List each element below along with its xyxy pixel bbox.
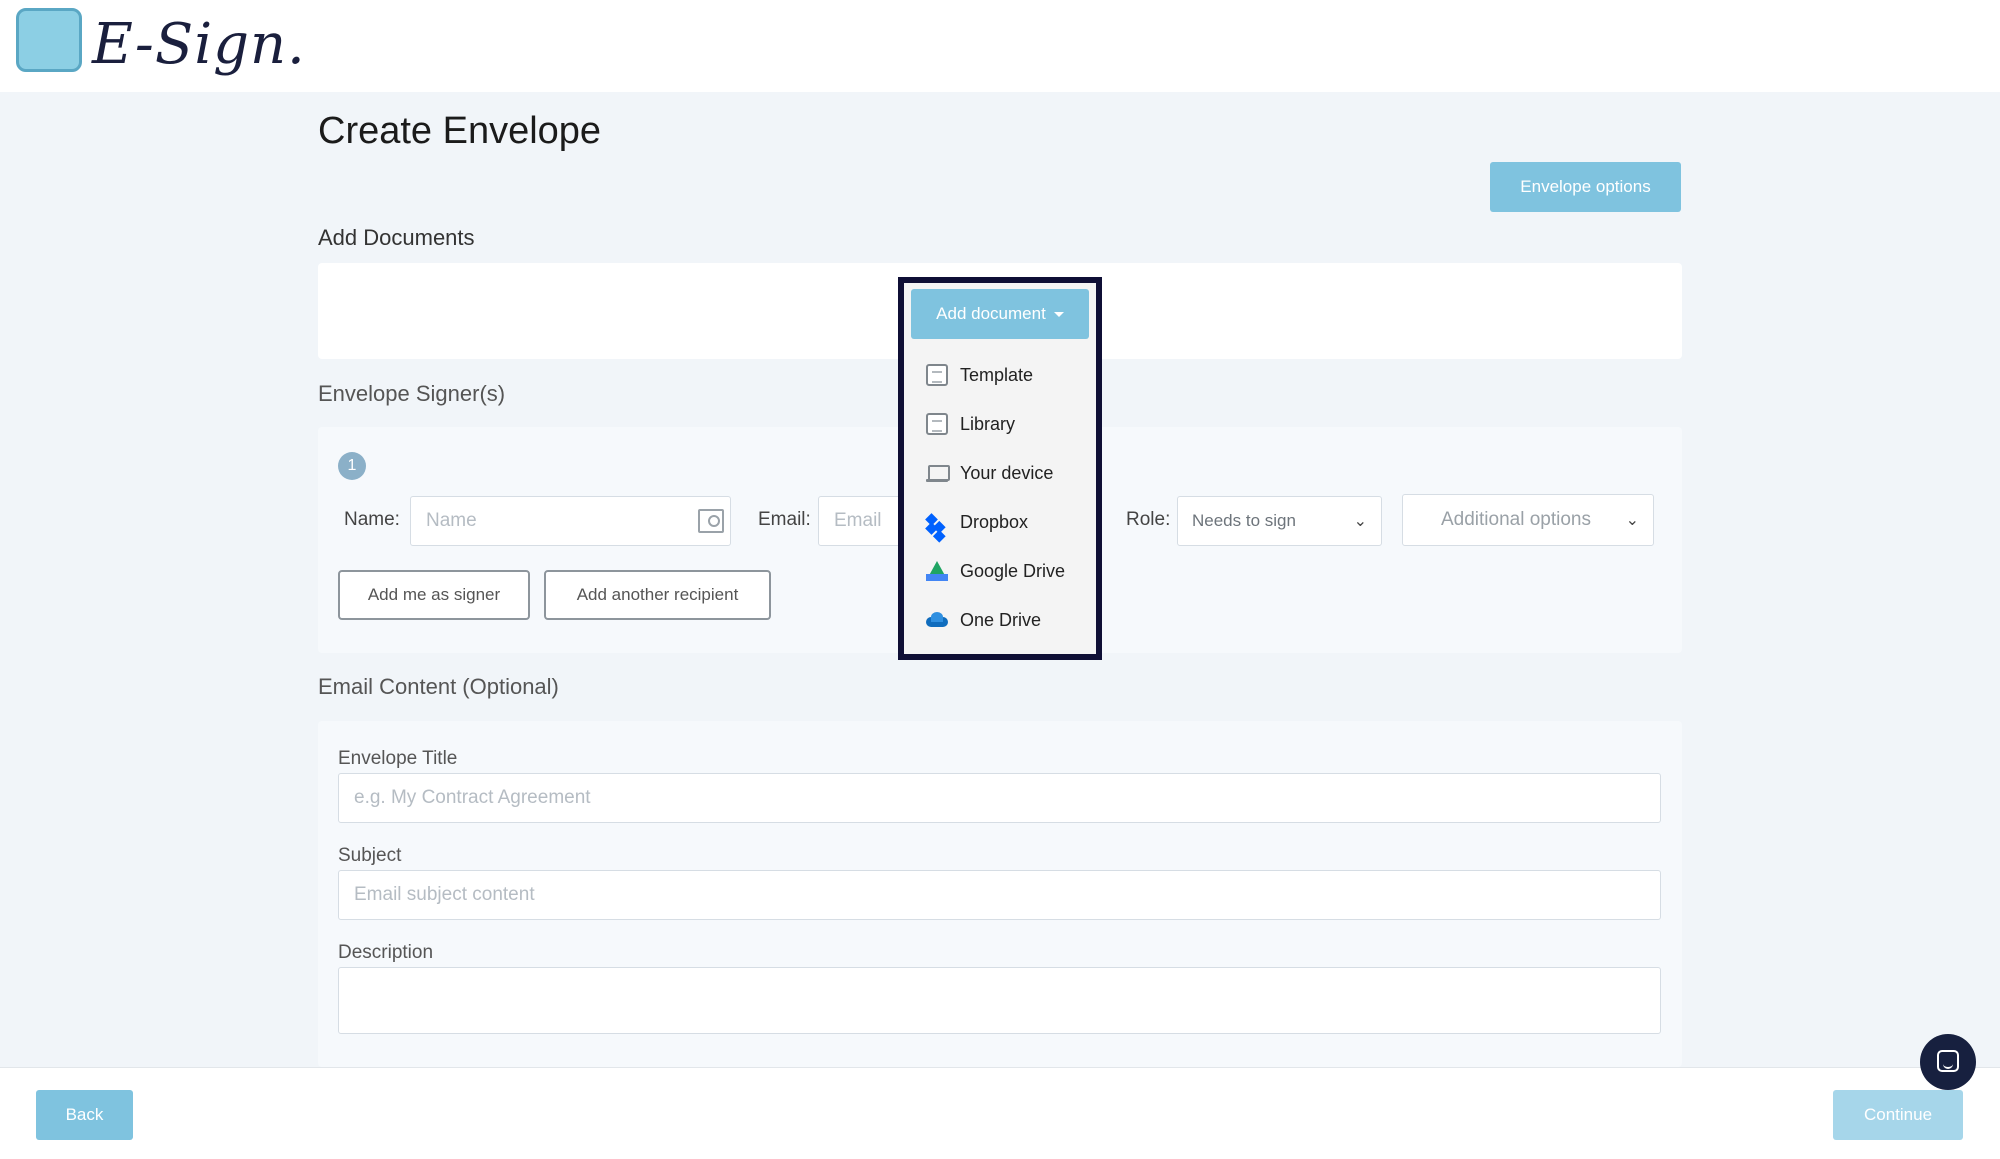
subject-label: Subject xyxy=(338,845,402,866)
menu-item-label: Google Drive xyxy=(960,560,1066,581)
description-textarea[interactable] xyxy=(338,967,1661,1034)
menu-item-dropbox[interactable]: Dropbox xyxy=(926,502,1086,542)
email-label: Email: xyxy=(758,509,811,530)
signers-heading: Envelope Signer(s) xyxy=(318,381,506,406)
template-icon xyxy=(926,364,948,386)
logo-text: E-Sign. xyxy=(92,12,306,77)
menu-item-google-drive[interactable]: Google Drive xyxy=(926,551,1086,591)
chat-launcher-button[interactable] xyxy=(1920,1034,1976,1090)
menu-item-your-device[interactable]: Your device xyxy=(926,453,1086,493)
contact-book-icon[interactable] xyxy=(698,509,724,533)
library-icon xyxy=(926,413,948,435)
menu-item-label: Dropbox xyxy=(960,511,1029,532)
email-input[interactable] xyxy=(818,496,908,546)
envelope-title-label: Envelope Title xyxy=(338,748,458,769)
additional-options-label: Additional options xyxy=(1441,509,1591,530)
name-label: Name: xyxy=(344,509,400,530)
signer-step-badge: 1 xyxy=(338,452,366,480)
chevron-down-icon: ⌄ xyxy=(1625,512,1639,529)
envelope-options-button[interactable]: Envelope options xyxy=(1490,162,1681,212)
menu-item-template[interactable]: Template xyxy=(926,355,1086,395)
chat-icon xyxy=(1937,1050,1959,1072)
role-select[interactable]: Needs to sign ⌄ xyxy=(1177,496,1382,546)
role-label: Role: xyxy=(1126,509,1171,530)
add-document-dropdown: Add document Template Library Your devic… xyxy=(898,277,1102,660)
menu-item-label: Template xyxy=(960,364,1034,385)
subject-input[interactable] xyxy=(338,870,1661,920)
esign-logo-icon xyxy=(16,8,82,72)
additional-options-select[interactable]: Additional options ⌄ xyxy=(1402,494,1654,546)
continue-button[interactable]: Continue xyxy=(1833,1090,1963,1140)
menu-item-label: One Drive xyxy=(960,609,1042,630)
onedrive-icon xyxy=(926,609,948,631)
page-title: Create Envelope xyxy=(318,110,602,152)
add-document-button[interactable]: Add document xyxy=(911,289,1089,339)
chevron-down-icon: ⌄ xyxy=(1353,513,1367,530)
back-button[interactable]: Back xyxy=(36,1090,133,1140)
dropbox-icon xyxy=(926,511,948,533)
email-content-heading: Email Content (Optional) xyxy=(318,674,559,699)
top-bar: E-Sign. xyxy=(0,0,2000,92)
role-select-value: Needs to sign xyxy=(1192,511,1296,530)
menu-item-label: Library xyxy=(960,413,1016,434)
add-me-as-signer-button[interactable]: Add me as signer xyxy=(338,570,530,620)
description-label: Description xyxy=(338,942,434,963)
envelope-title-input[interactable] xyxy=(338,773,1661,823)
menu-item-library[interactable]: Library xyxy=(926,404,1086,444)
menu-item-label: Your device xyxy=(960,462,1054,483)
add-documents-heading: Add Documents xyxy=(318,225,475,250)
caret-down-icon xyxy=(1053,312,1064,318)
google-drive-icon xyxy=(926,561,948,581)
bottom-bar: Back Continue xyxy=(0,1067,2000,1159)
laptop-icon xyxy=(926,462,950,484)
add-document-label: Add document xyxy=(936,304,1046,323)
add-another-recipient-button[interactable]: Add another recipient xyxy=(544,570,771,620)
name-input[interactable] xyxy=(410,496,731,546)
menu-item-one-drive[interactable]: One Drive xyxy=(926,600,1086,640)
